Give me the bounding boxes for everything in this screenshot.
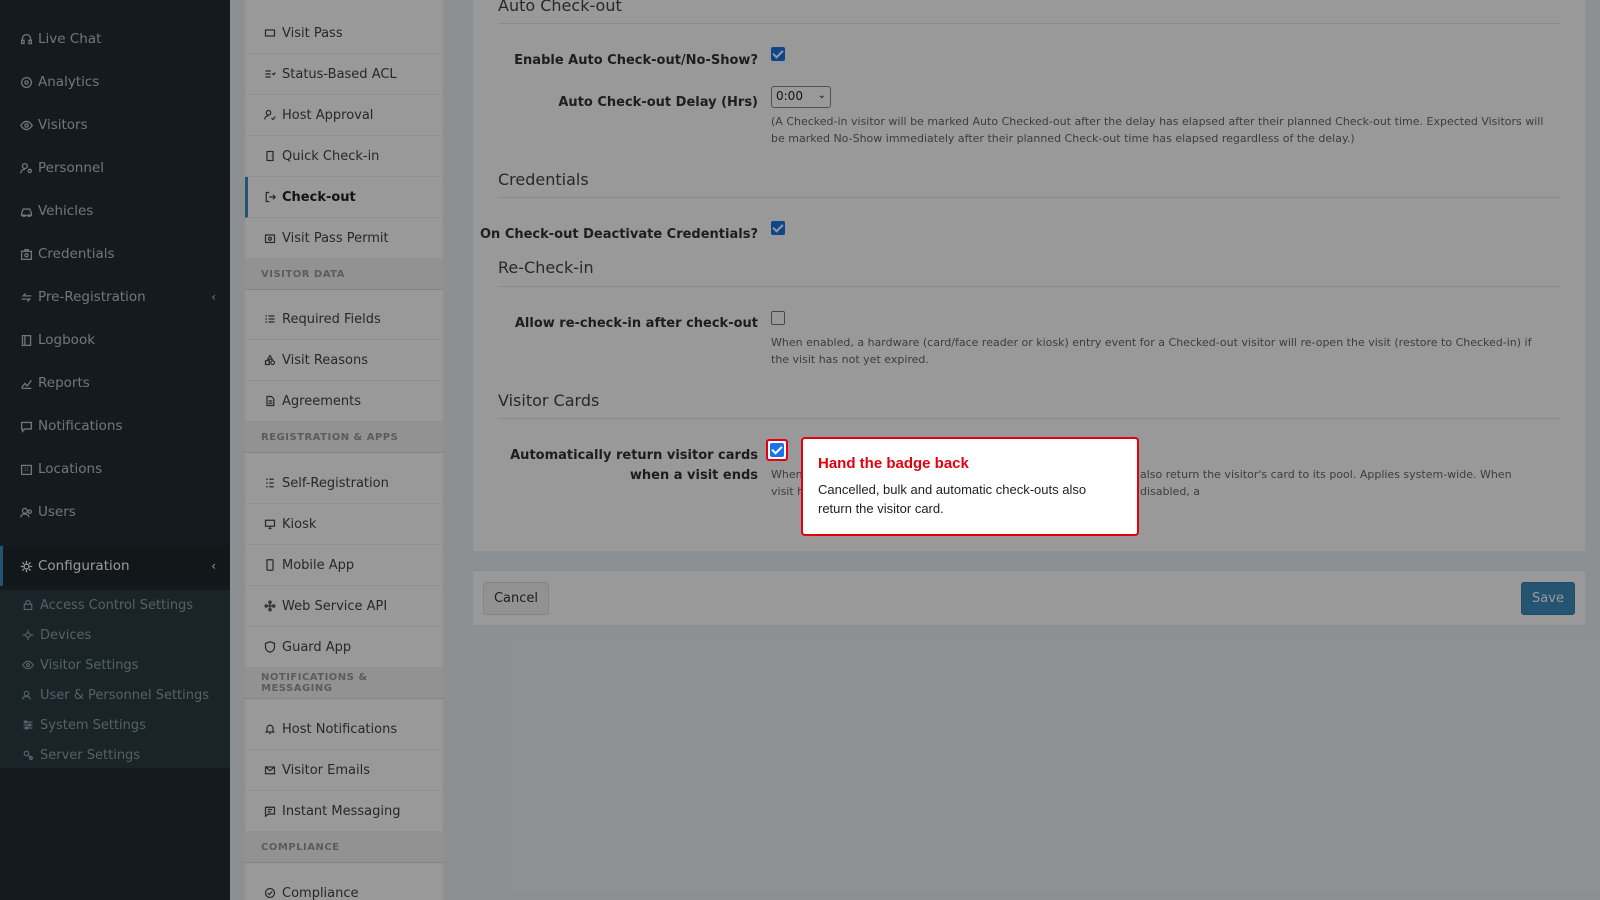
return-cards-checkbox-highlight[interactable] [766,439,788,461]
tooltip-title: Hand the badge back [818,455,969,472]
tour-tooltip: Hand the badge back Cancelled, bulk and … [801,437,1139,536]
tour-overlay [0,0,1600,900]
return-cards-checkbox[interactable] [770,443,784,457]
tooltip-body: Cancelled, bulk and automatic check-outs… [818,482,1087,516]
